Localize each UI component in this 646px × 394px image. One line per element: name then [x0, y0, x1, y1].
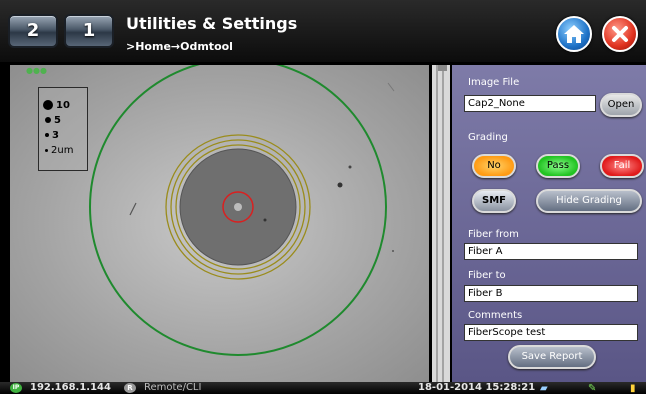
status-bar: IP 192.168.1.144 R Remote/CLI 18-01-2014… — [0, 382, 646, 394]
scale-row-2um: 2um — [45, 145, 73, 156]
debris-spot — [263, 218, 267, 222]
scroll-track — [442, 65, 444, 382]
remote-cli-status: Remote/CLI — [144, 382, 202, 393]
fiber-to-field[interactable]: Fiber B — [464, 285, 638, 302]
page-title: Utilities & Settings — [126, 14, 298, 33]
scratch — [129, 202, 137, 216]
header-bar: 2 1 Utilities & Settings >Home→Odmtool — [0, 0, 646, 62]
settings-panel: Image File Cap2_None Open Grading No Pas… — [452, 65, 646, 382]
signal-icon: ▰ — [540, 383, 548, 394]
hide-grading-button[interactable]: Hide Grading — [536, 189, 642, 213]
save-report-button[interactable]: Save Report — [508, 345, 596, 369]
remote-badge: R — [124, 383, 136, 393]
grade-pass-button[interactable]: Pass — [536, 154, 580, 178]
ip-badge: IP — [10, 383, 22, 393]
debris-spot — [337, 182, 343, 188]
debris-spot — [392, 250, 394, 252]
tab-button-2[interactable]: 2 — [8, 14, 58, 48]
ip-address: 192.168.1.144 — [30, 382, 111, 393]
grade-no-button[interactable]: No — [472, 154, 516, 178]
open-button[interactable]: Open — [600, 93, 642, 117]
plug-icon: ✎ — [588, 383, 597, 394]
fiber-from-field[interactable]: Fiber A — [464, 243, 638, 260]
close-icon — [612, 26, 628, 42]
grading-label: Grading — [468, 132, 508, 143]
comments-label: Comments — [468, 310, 523, 321]
scale-row-3: 3 — [45, 130, 59, 141]
datetime: 18-01-2014 15:28:21 — [418, 382, 536, 393]
scale-row-5: 5 — [45, 115, 61, 126]
defect-size-legend: 10 5 3 2um — [38, 87, 88, 171]
tab-button-1[interactable]: 1 — [64, 14, 114, 48]
debris-spot — [348, 165, 352, 169]
image-file-label: Image File — [468, 77, 520, 88]
home-button[interactable] — [556, 16, 592, 52]
battery-icon: ▮ — [630, 383, 636, 394]
fiber-to-label: Fiber to — [468, 270, 506, 281]
scale-row-10: 10 — [43, 100, 70, 111]
vertical-scrollbar[interactable] — [432, 65, 450, 382]
image-file-field[interactable]: Cap2_None — [464, 95, 596, 112]
breadcrumb[interactable]: >Home→Odmtool — [126, 40, 233, 53]
status-indicator: ●●● — [26, 66, 47, 75]
fiber-core — [234, 203, 242, 211]
home-icon — [564, 25, 584, 43]
fiber-from-label: Fiber from — [468, 229, 519, 240]
scroll-thumb[interactable] — [438, 65, 447, 71]
fiber-image-viewer[interactable]: ●●● 10 5 3 2um — [10, 65, 429, 382]
scroll-track — [436, 65, 438, 382]
scratch — [387, 82, 395, 92]
comments-field[interactable]: FiberScope test — [464, 324, 638, 341]
smf-button[interactable]: SMF — [472, 189, 516, 213]
grade-fail-button[interactable]: Fail — [600, 154, 644, 178]
close-button[interactable] — [602, 16, 638, 52]
